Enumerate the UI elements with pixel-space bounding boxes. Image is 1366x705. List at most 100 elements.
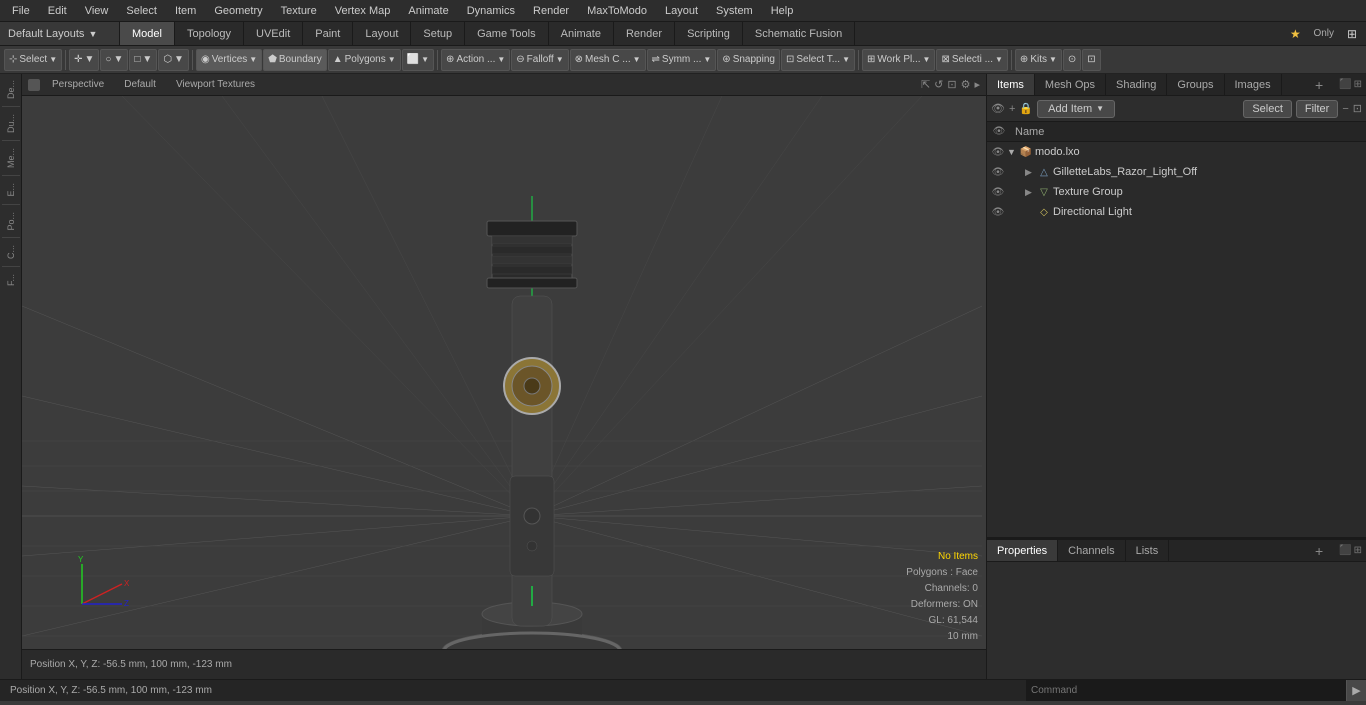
- menu-render[interactable]: Render: [525, 3, 577, 19]
- tool-square[interactable]: □ ▼: [129, 49, 157, 71]
- layout-settings-icon[interactable]: ⊞: [1342, 24, 1362, 44]
- lock-icon[interactable]: 🔒: [1019, 102, 1033, 115]
- sidebar-item-e[interactable]: E...: [4, 179, 18, 201]
- tab-setup[interactable]: Setup: [411, 22, 465, 45]
- tool-workplane[interactable]: ⊞ Work Pl... ▼: [862, 49, 935, 71]
- tool-circle[interactable]: ○ ▼: [100, 49, 128, 71]
- viewport-default[interactable]: Default: [116, 74, 164, 96]
- sidebar-item-f[interactable]: F...: [4, 270, 18, 290]
- menu-texture[interactable]: Texture: [273, 3, 325, 19]
- eye-icon-row2[interactable]: 👁: [991, 187, 1005, 198]
- tab-add-icon[interactable]: +: [1307, 74, 1331, 95]
- tool-select[interactable]: ⊹ Select ▼: [4, 49, 62, 71]
- tool-vertices[interactable]: ◉ Vertices ▼: [196, 49, 262, 71]
- expand-row0[interactable]: ▼: [1007, 147, 1017, 157]
- right-panel-icon1[interactable]: ⬛: [1339, 79, 1351, 90]
- props-tab-add[interactable]: +: [1307, 540, 1331, 561]
- sidebar-item-default[interactable]: De...: [4, 76, 18, 103]
- tab-render[interactable]: Render: [614, 22, 675, 45]
- star-icon[interactable]: ★: [1285, 24, 1305, 44]
- tool-select-t[interactable]: ⊡ Select T... ▼: [781, 49, 855, 71]
- tab-uvedit[interactable]: UVEdit: [244, 22, 303, 45]
- viewport-icon-fit[interactable]: ⊡: [947, 78, 956, 91]
- sidebar-item-mesh[interactable]: Me...: [4, 144, 18, 172]
- list-item[interactable]: 👁 ▶ ▽ Texture Group: [987, 182, 1366, 202]
- menu-edit[interactable]: Edit: [40, 3, 75, 19]
- menu-geometry[interactable]: Geometry: [206, 3, 270, 19]
- menu-file[interactable]: File: [4, 3, 38, 19]
- tab-mesh-ops[interactable]: Mesh Ops: [1035, 74, 1106, 95]
- eye-icon-row0[interactable]: 👁: [991, 147, 1005, 158]
- tab-paint[interactable]: Paint: [303, 22, 353, 45]
- tool-falloff[interactable]: ⊖ Falloff ▼: [511, 49, 568, 71]
- list-item[interactable]: 👁 ▶ △ GilletteLabs_Razor_Light_Off: [987, 162, 1366, 182]
- tool-action[interactable]: ⊕ Action ... ▼: [441, 49, 510, 71]
- viewport-icon-rotate[interactable]: ↺: [934, 78, 943, 91]
- tab-groups[interactable]: Groups: [1167, 74, 1224, 95]
- minus-right-icon[interactable]: −: [1342, 103, 1348, 115]
- expand-right-icon[interactable]: ⊡: [1353, 102, 1362, 115]
- menu-animate[interactable]: Animate: [400, 3, 456, 19]
- viewport-perspective[interactable]: Perspective: [44, 74, 112, 96]
- expand-row2[interactable]: ▶: [1025, 187, 1035, 198]
- viewport-dot[interactable]: [28, 79, 40, 91]
- menu-view[interactable]: View: [77, 3, 117, 19]
- tab-lists[interactable]: Lists: [1126, 540, 1170, 561]
- menu-select[interactable]: Select: [118, 3, 165, 19]
- list-item[interactable]: 👁 ▼ 📦 modo.lxo: [987, 142, 1366, 162]
- viewport-icon-gear[interactable]: ⚙: [961, 78, 971, 91]
- tab-items[interactable]: Items: [987, 74, 1035, 95]
- props-icon2[interactable]: ⊞: [1354, 545, 1362, 556]
- tool-kits[interactable]: ⊕ Kits ▼: [1015, 49, 1062, 71]
- tool-snapping[interactable]: ⊛ Snapping: [717, 49, 780, 71]
- tab-properties[interactable]: Properties: [987, 540, 1058, 561]
- eye-icon-row3[interactable]: 👁: [991, 207, 1005, 218]
- eye-all-icon[interactable]: 👁: [991, 102, 1005, 115]
- tab-game-tools[interactable]: Game Tools: [465, 22, 549, 45]
- tool-transform[interactable]: ✛ ▼: [69, 49, 99, 71]
- tab-model[interactable]: Model: [120, 22, 175, 45]
- menu-layout[interactable]: Layout: [657, 3, 706, 19]
- viewport-icon-arrows[interactable]: ⇱: [921, 78, 930, 91]
- right-panel-icon2[interactable]: ⊞: [1354, 79, 1362, 90]
- sidebar-item-poly[interactable]: Po...: [4, 208, 18, 235]
- command-input[interactable]: [1027, 680, 1346, 701]
- select-button[interactable]: Select: [1243, 100, 1292, 118]
- tool-boundary[interactable]: ⬟ Boundary: [263, 49, 327, 71]
- viewport-3d[interactable]: X Y Z No Items Polygons : Face Channels:…: [22, 96, 986, 649]
- menu-system[interactable]: System: [708, 3, 761, 19]
- plus-icon[interactable]: +: [1009, 103, 1015, 115]
- tool-polygons[interactable]: ▲ Polygons ▼: [328, 49, 401, 71]
- tool-globe[interactable]: ⊙: [1063, 49, 1081, 71]
- tool-selecti[interactable]: ⊠ Selecti ... ▼: [936, 49, 1007, 71]
- menu-vertex-map[interactable]: Vertex Map: [327, 3, 399, 19]
- tab-shading[interactable]: Shading: [1106, 74, 1167, 95]
- tool-maximize[interactable]: ⊡: [1082, 49, 1100, 71]
- menu-dynamics[interactable]: Dynamics: [459, 3, 523, 19]
- tab-layout[interactable]: Layout: [353, 22, 411, 45]
- tab-schematic-fusion[interactable]: Schematic Fusion: [743, 22, 855, 45]
- viewport-textures[interactable]: Viewport Textures: [168, 74, 263, 96]
- default-layout-dropdown[interactable]: Default Layouts ▼: [0, 22, 120, 45]
- expand-row1[interactable]: ▶: [1025, 167, 1035, 178]
- viewport-icon-more[interactable]: ▸: [974, 78, 980, 91]
- sidebar-item-dup[interactable]: Du...: [4, 110, 18, 137]
- tool-mesh[interactable]: ⊗ Mesh C ... ▼: [570, 49, 646, 71]
- list-item[interactable]: 👁 ◇ Directional Light: [987, 202, 1366, 222]
- tool-quad[interactable]: ⬜ ▼: [402, 49, 434, 71]
- tool-shield[interactable]: ⬡ ▼: [158, 49, 189, 71]
- tab-scripting[interactable]: Scripting: [675, 22, 743, 45]
- tab-images[interactable]: Images: [1225, 74, 1282, 95]
- props-icon1[interactable]: ⬛: [1339, 545, 1351, 556]
- command-exec-button[interactable]: ▶: [1346, 680, 1366, 701]
- tab-channels[interactable]: Channels: [1058, 540, 1125, 561]
- sidebar-item-c[interactable]: C...: [4, 241, 18, 263]
- menu-maxtomodo[interactable]: MaxToModo: [579, 3, 655, 19]
- menu-item[interactable]: Item: [167, 3, 204, 19]
- menu-help[interactable]: Help: [763, 3, 802, 19]
- add-item-button[interactable]: Add Item ▼: [1037, 100, 1115, 118]
- tab-topology[interactable]: Topology: [175, 22, 244, 45]
- tab-animate[interactable]: Animate: [549, 22, 614, 45]
- tool-symm[interactable]: ⇌ Symm ... ▼: [647, 49, 717, 71]
- filter-button[interactable]: Filter: [1296, 100, 1338, 118]
